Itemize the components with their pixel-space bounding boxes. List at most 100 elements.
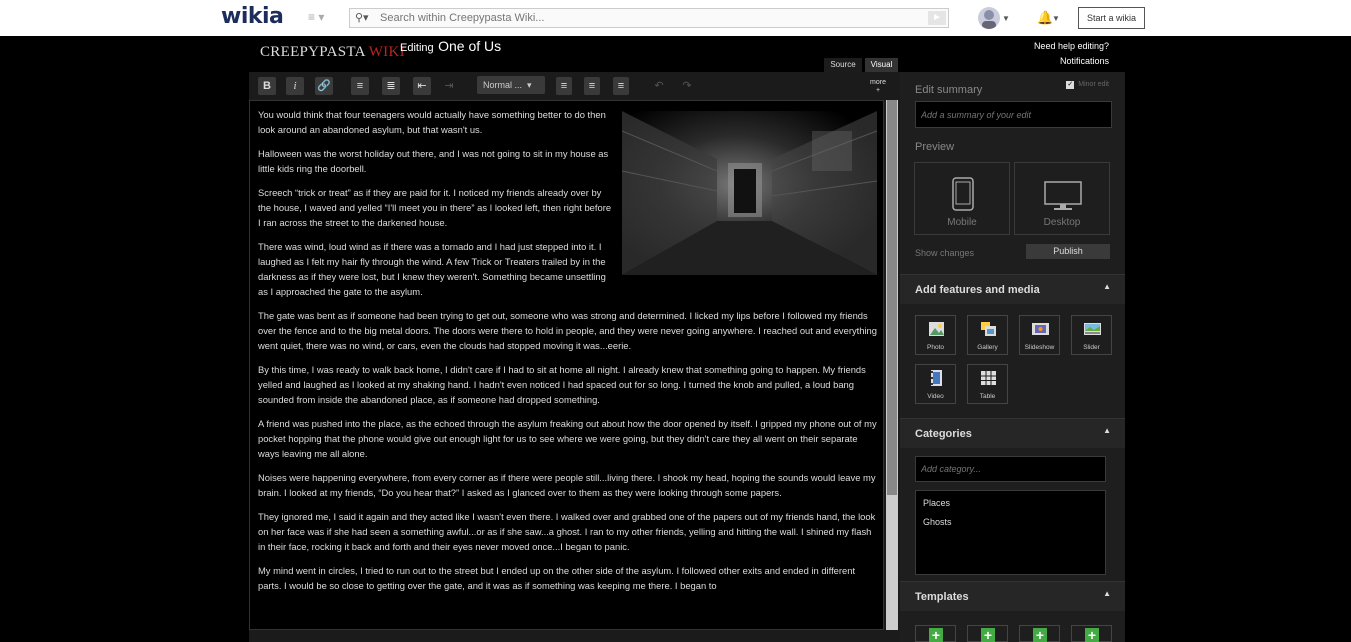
media-video-button[interactable]: Video <box>915 364 956 404</box>
editor-toolbar: B i 🔗 ≡ ≣ ⇤ ⇥ Normal ... ▾ ≡ ≡ ≡ ↶ ↷ mor… <box>249 72 900 100</box>
category-field-wrap <box>915 456 1106 482</box>
categories-title: Categories <box>915 428 972 440</box>
collapse-arrow-icon[interactable]: ▲ <box>1103 282 1111 291</box>
show-changes-link[interactable]: Show changes <box>915 248 974 258</box>
user-avatar[interactable] <box>978 7 1000 29</box>
media-label: Photo <box>927 344 944 351</box>
photo-icon <box>929 322 944 336</box>
align-center-icon[interactable]: ≡ <box>584 77 600 95</box>
template-button[interactable]: + <box>915 625 956 642</box>
chevron-down-icon[interactable]: ▼ <box>1002 14 1010 23</box>
edit-summary-input[interactable] <box>916 102 1111 127</box>
mobile-label: Mobile <box>947 217 977 228</box>
collapse-arrow-icon[interactable]: ▲ <box>1103 426 1111 435</box>
media-label: Slider <box>1083 344 1100 351</box>
italic-button[interactable]: i <box>286 77 304 95</box>
template-button[interactable]: + <box>1071 625 1112 642</box>
hub-menu-icon[interactable]: ≡ ▾ <box>308 10 324 24</box>
tab-source[interactable]: Source <box>824 58 862 72</box>
tab-visual[interactable]: Visual <box>865 58 898 72</box>
bold-button[interactable]: B <box>258 77 276 95</box>
plus-icon: + <box>981 628 995 642</box>
editor-header: CREEPYPASTA WIKI Editing One of Us Need … <box>240 36 1125 72</box>
wikia-logo[interactable]: wikia <box>221 4 284 29</box>
page-title: Editing One of Us <box>400 38 501 56</box>
scrollbar-thumb[interactable] <box>887 100 897 495</box>
search-icon[interactable]: ⚲▾ <box>355 11 369 24</box>
media-gallery-button[interactable]: Gallery <box>967 315 1008 355</box>
start-wikia-button[interactable]: Start a wikia <box>1078 7 1145 29</box>
redo-icon[interactable]: ↷ <box>679 77 695 95</box>
media-photo-button[interactable]: Photo <box>915 315 956 355</box>
paragraph: The gate was bent as if someone had been… <box>258 310 877 351</box>
editing-label: Editing <box>400 42 434 54</box>
page-title-text: One of Us <box>438 38 502 54</box>
template-button[interactable]: + <box>1019 625 1060 642</box>
indent-icon[interactable]: ⇥ <box>440 77 458 95</box>
plus-icon: + <box>875 87 881 94</box>
add-category-input[interactable] <box>916 457 1105 481</box>
publish-button[interactable]: Publish <box>1026 244 1110 259</box>
collapse-arrow-icon[interactable]: ▲ <box>1103 589 1111 598</box>
format-select[interactable]: Normal ... ▾ <box>477 76 545 94</box>
slider-icon <box>1084 323 1101 335</box>
global-nav: wikia ≡ ▾ ⚲▾ ► ▼ 🔔 ▼ Start a wikia <box>0 0 1351 36</box>
align-right-icon[interactable]: ≡ <box>613 77 629 95</box>
help-links: Need help editing? Notifications <box>1034 39 1109 69</box>
media-label: Video <box>927 393 944 400</box>
numbered-list-icon[interactable]: ≣ <box>382 77 400 95</box>
preview-mobile-button[interactable]: Mobile <box>914 162 1010 235</box>
chevron-down-icon[interactable]: ▼ <box>1052 14 1060 23</box>
document-editor[interactable]: You would think that four teenagers woul… <box>249 100 884 630</box>
media-table-button[interactable]: Table <box>967 364 1008 404</box>
templates-header[interactable]: Templates ▲ <box>900 581 1125 611</box>
undo-icon[interactable]: ↶ <box>651 77 667 95</box>
wordmark-text: CREEPYPASTA <box>260 44 365 60</box>
align-left-icon[interactable]: ≡ <box>556 77 572 95</box>
bullet-list-icon[interactable]: ≡ <box>351 77 369 95</box>
paragraph: You would think that four teenagers woul… <box>258 109 606 135</box>
plus-icon: + <box>929 628 943 642</box>
more-label: more <box>870 79 886 86</box>
add-features-title: Add features and media <box>915 284 1040 296</box>
summary-field-wrap <box>915 101 1112 128</box>
plus-icon: + <box>1033 628 1047 642</box>
outdent-icon[interactable]: ⇤ <box>413 77 431 95</box>
paragraph: My mind went in circles, I tried to run … <box>258 565 856 591</box>
paragraph: Screech “trick or treat” as if they are … <box>258 187 612 228</box>
mobile-icon <box>952 177 974 211</box>
media-slideshow-button[interactable]: Slideshow <box>1019 315 1060 355</box>
media-slider-button[interactable]: Slider <box>1071 315 1112 355</box>
search-submit-button[interactable]: ► <box>928 11 946 25</box>
preview-desktop-button[interactable]: Desktop <box>1014 162 1110 235</box>
paragraph: Halloween was the worst holiday out ther… <box>258 148 609 174</box>
categories-header[interactable]: Categories ▲ <box>900 418 1125 448</box>
video-icon <box>931 370 942 386</box>
link-icon[interactable]: 🔗 <box>315 77 333 95</box>
paragraph: There was wind, loud wind as if there wa… <box>258 241 606 297</box>
editor-column: B i 🔗 ≡ ≣ ⇤ ⇥ Normal ... ▾ ≡ ≡ ≡ ↶ ↷ mor… <box>249 72 900 642</box>
add-features-header[interactable]: Add features and media ▲ <box>900 274 1125 304</box>
category-list: Places Ghosts <box>915 490 1106 575</box>
category-item[interactable]: Places <box>923 497 1098 516</box>
checkbox-icon[interactable]: ✓ <box>1066 81 1075 89</box>
template-button[interactable]: + <box>967 625 1008 642</box>
minor-edit-checkbox[interactable]: ✓ Minor edit <box>1066 81 1109 89</box>
edit-summary-label: Edit summary <box>915 84 983 96</box>
preview-label: Preview <box>915 141 955 153</box>
plus-icon: + <box>1085 628 1099 642</box>
bell-icon[interactable]: 🔔 <box>1037 10 1053 26</box>
document-scrollbar[interactable] <box>886 100 898 630</box>
category-item[interactable]: Ghosts <box>923 516 1098 535</box>
wiki-wordmark[interactable]: CREEPYPASTA WIKI <box>260 44 405 61</box>
slideshow-icon <box>1032 323 1049 335</box>
paragraph: By this time, I was ready to walk back h… <box>258 364 866 405</box>
templates-title: Templates <box>915 591 969 603</box>
minor-edit-label: Minor edit <box>1078 81 1109 88</box>
gallery-icon <box>981 322 996 336</box>
help-link[interactable]: Need help editing? <box>1034 39 1109 54</box>
search-input[interactable] <box>380 11 900 25</box>
media-label: Gallery <box>977 344 998 351</box>
more-button[interactable]: more + <box>870 79 886 95</box>
notifications-link[interactable]: Notifications <box>1034 54 1109 69</box>
